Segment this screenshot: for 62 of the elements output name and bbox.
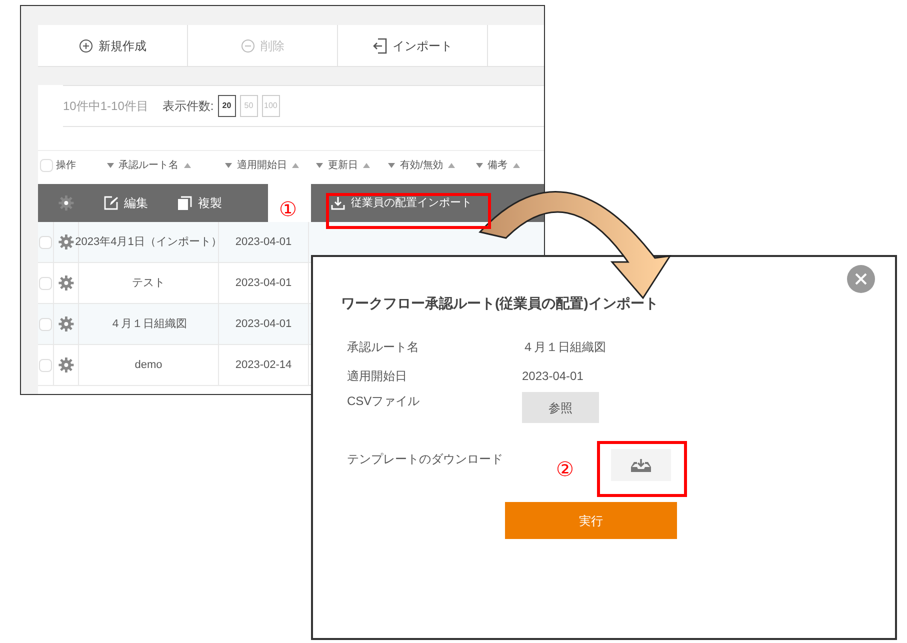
import-icon	[372, 38, 386, 54]
sort-ascending-icon	[512, 163, 520, 168]
template-download-button[interactable]	[611, 449, 671, 481]
gear-icon	[58, 316, 74, 332]
checkbox[interactable]	[39, 276, 52, 290]
toolbar-button[interactable]: 新規作成	[38, 25, 188, 66]
table-cell-text: 2023-04-01	[235, 234, 292, 250]
close-icon	[855, 273, 867, 285]
table-cell-text: 2023-04-01	[235, 316, 292, 332]
sort-ascending-icon	[363, 163, 370, 168]
sort-ascending-icon	[448, 163, 455, 168]
dialog-title: ワークフロー承認ルート(従業員の配置)インポート	[341, 294, 660, 313]
field-value: ４月１日組織図	[522, 338, 606, 356]
gear-icon	[58, 357, 74, 373]
gear-icon	[58, 234, 74, 250]
import-button[interactable]: 従業員の配置インポート	[331, 194, 472, 212]
column-header[interactable]: 適用開始日	[237, 158, 287, 173]
table-cell-text: 2023年4月1日（インポート）	[75, 234, 222, 250]
checkbox[interactable]	[39, 358, 52, 372]
gear-icon	[58, 275, 74, 291]
sort-descending-icon	[316, 163, 323, 168]
step-number: ①	[279, 198, 297, 222]
table-cell-text: 2023-04-01	[235, 276, 292, 291]
table-cell-text: ４月１日組織図	[110, 316, 187, 332]
checkbox[interactable]	[39, 236, 52, 248]
sort-descending-icon	[388, 163, 396, 168]
action-button[interactable]: 編集	[104, 194, 148, 212]
field-label: 適用開始日	[347, 368, 408, 384]
sort-ascending-icon	[184, 163, 190, 168]
column-header[interactable]: 更新日	[328, 158, 358, 173]
copy-icon	[178, 196, 192, 210]
step-number: ②	[556, 458, 574, 482]
field-label: CSVファイル	[347, 393, 421, 410]
browse-button[interactable]: 参照	[522, 392, 599, 423]
close-button[interactable]	[847, 265, 875, 293]
checkbox[interactable]	[39, 318, 52, 330]
inbox-download-icon	[630, 458, 652, 472]
column-header[interactable]: 承認ルート名	[118, 158, 178, 173]
field-label: 承認ルート名	[347, 338, 420, 356]
table-cell-text: 2023-02-14	[235, 358, 292, 373]
page-size-label: 表示件数:	[162, 98, 214, 115]
download-icon	[331, 196, 345, 210]
column-header[interactable]: 備考	[488, 158, 508, 173]
field-value: 2023-04-01	[522, 368, 584, 384]
toolbar-button[interactable]: インポート	[338, 25, 488, 66]
minus-circle-icon	[240, 38, 254, 52]
action-button[interactable]: 複製	[178, 194, 222, 212]
field-label: テンプレートのダウンロード	[347, 451, 504, 468]
plus-circle-icon	[78, 38, 92, 52]
checkbox[interactable]	[40, 159, 52, 172]
record-count: 10件中1-10件目	[63, 98, 148, 115]
edit-icon	[104, 196, 118, 210]
sort-ascending-icon	[292, 163, 299, 168]
sort-descending-icon	[225, 163, 232, 168]
gear-icon	[58, 195, 74, 211]
table-cell-text: demo	[134, 358, 162, 373]
page-size-button[interactable]: 20	[218, 95, 236, 117]
sort-descending-icon	[476, 163, 482, 168]
column-header[interactable]: 操作	[56, 158, 76, 173]
sort-descending-icon	[106, 163, 114, 168]
column-header[interactable]: 有効/無効	[400, 158, 443, 173]
table-cell-text: テスト	[132, 276, 165, 291]
